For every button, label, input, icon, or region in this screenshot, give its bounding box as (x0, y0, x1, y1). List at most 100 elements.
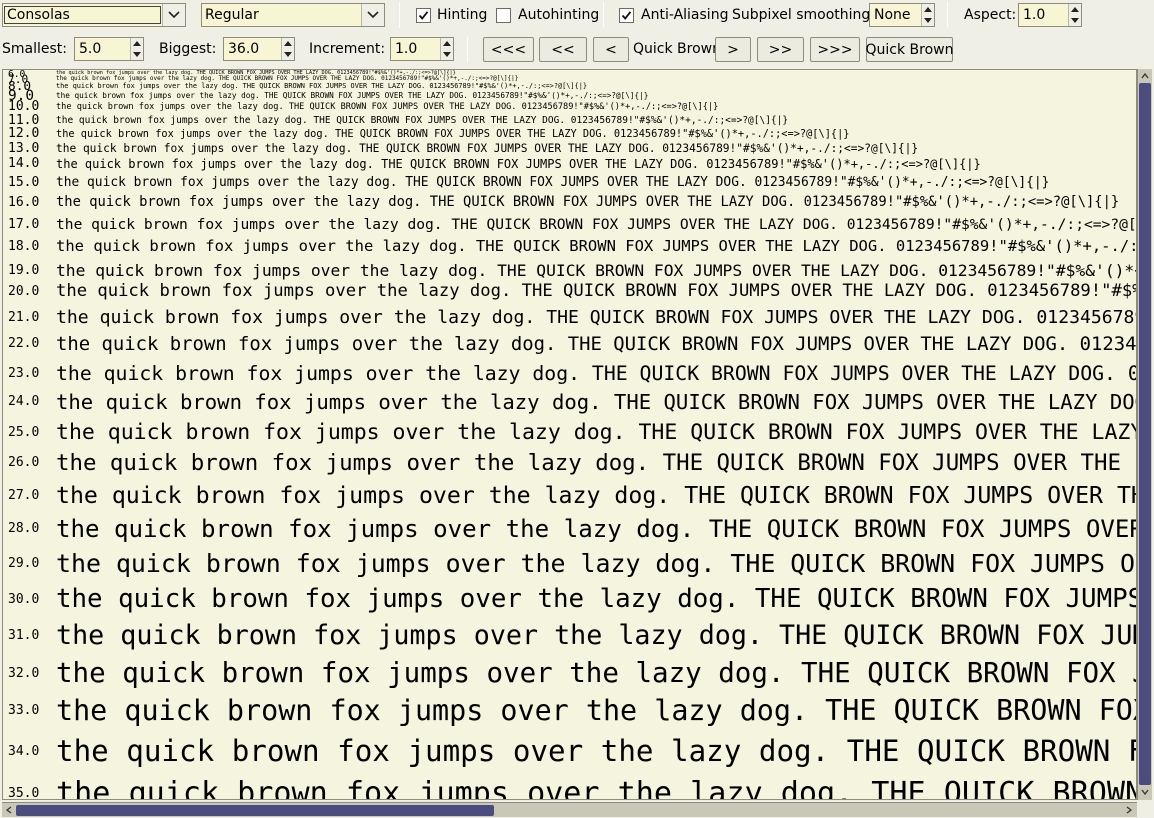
smallest-value[interactable]: 5.0 (75, 41, 130, 57)
sample-text: the quick brown fox jumps over the lazy … (56, 420, 1136, 445)
point-size-label: 24.0 (8, 394, 40, 409)
sample-text: the quick brown fox jumps over the lazy … (56, 307, 1136, 328)
sample-text-button[interactable]: Quick Brown (866, 37, 954, 62)
sample-text: the quick brown fox jumps over the lazy … (56, 450, 1136, 476)
increment-label: Increment: (309, 41, 386, 57)
point-size-label: 18.0 (8, 239, 40, 254)
sample-text: the quick brown fox jumps over the lazy … (56, 128, 850, 140)
point-size-label: 28.0 (8, 521, 40, 536)
font-family-value[interactable]: Consolas (4, 6, 161, 24)
point-size-label: 21.0 (8, 310, 40, 325)
sample-text: the quick brown fox jumps over the lazy … (56, 157, 981, 171)
point-size-label: 26.0 (8, 455, 40, 470)
spin-arrows-icon[interactable] (281, 38, 294, 60)
scroll-up-icon[interactable] (1139, 70, 1151, 82)
scroll-down-icon[interactable] (1139, 786, 1151, 798)
next-page-button[interactable]: >> (757, 37, 804, 62)
sample-text: the quick brown fox jumps over the lazy … (56, 694, 1136, 727)
sample-text: the quick brown fox jumps over the lazy … (56, 142, 919, 155)
sample-text: the quick brown fox jumps over the lazy … (56, 584, 1137, 614)
point-size-label: 12.0 (8, 126, 40, 141)
sample-text: the quick brown fox jumps over the lazy … (56, 482, 1136, 509)
point-size-label: 35.0 (8, 786, 40, 800)
toolbar-separator (947, 2, 948, 28)
sample-text: the quick brown fox jumps over the lazy … (56, 194, 1120, 210)
point-size-label: 20.0 (8, 284, 40, 299)
aspect-spinbox[interactable]: 1.0 (1018, 3, 1082, 27)
font-preview-area[interactable]: 6.0 the quick brown fox jumps over the la… (2, 69, 1137, 800)
next-sample-button[interactable]: > (715, 37, 751, 62)
antialiasing-label: Anti-Aliasing (641, 7, 729, 23)
point-size-label: 27.0 (8, 488, 40, 503)
point-size-label: 25.0 (8, 425, 40, 440)
aspect-value[interactable]: 1.0 (1019, 7, 1068, 23)
smallest-label: Smallest: (2, 41, 67, 57)
scroll-left-icon[interactable] (3, 804, 15, 816)
point-size-label: 34.0 (8, 744, 40, 759)
previous-page-button[interactable]: << (539, 37, 587, 62)
horizontal-scrollbar[interactable] (2, 802, 1137, 817)
spin-arrows-icon[interactable] (130, 38, 143, 60)
sample-text: the quick brown fox jumps over the lazy … (56, 237, 1137, 255)
subpixel-value[interactable]: None (870, 7, 921, 23)
chevron-down-icon[interactable] (361, 4, 384, 26)
biggest-label: Biggest: (159, 41, 217, 57)
autohinting-checkbox[interactable]: Autohinting (496, 7, 599, 23)
sample-text: the quick brown fox jumps over the lazy … (56, 620, 1136, 651)
checkbox-checked-icon[interactable] (619, 7, 634, 23)
horizontal-scroll-thumb[interactable] (16, 805, 494, 816)
sample-text: the quick brown fox jumps over the lazy … (56, 390, 1136, 414)
chevron-down-icon[interactable] (162, 4, 185, 26)
point-size-label: 19.0 (8, 263, 40, 278)
previous-sample-button[interactable]: < (593, 37, 629, 62)
point-size-label: 14.0 (8, 156, 40, 171)
spin-arrows-icon[interactable] (1068, 4, 1081, 26)
point-size-label: 30.0 (8, 592, 40, 607)
checkbox-unchecked-icon[interactable] (496, 7, 511, 23)
point-size-label: 33.0 (8, 703, 40, 718)
increment-spinbox[interactable]: 1.0 (390, 37, 454, 61)
point-size-label: 23.0 (8, 366, 40, 381)
point-size-label: 10.0 (8, 99, 40, 114)
autohinting-label: Autohinting (518, 7, 600, 23)
aspect-label: Aspect: (964, 7, 1017, 23)
point-size-label: 15.0 (8, 175, 40, 190)
vertical-scroll-thumb[interactable] (1139, 83, 1151, 785)
spin-arrows-icon[interactable] (921, 4, 934, 26)
biggest-value[interactable]: 36.0 (224, 41, 281, 57)
sample-text: the quick brown fox jumps over the lazy … (56, 281, 1136, 301)
point-size-label: 13.0 (8, 141, 40, 156)
hinting-checkbox[interactable]: Hinting (416, 7, 487, 23)
font-family-combo[interactable]: Consolas (2, 3, 186, 27)
sample-text: the quick brown fox jumps over the lazy … (56, 657, 1136, 689)
toolbar-separator (399, 2, 400, 28)
vertical-scrollbar[interactable] (1137, 69, 1152, 800)
subpixel-combo[interactable]: None (869, 3, 935, 27)
sample-text: the quick brown fox jumps over the lazy … (56, 333, 1137, 355)
sample-text: the quick brown fox jumps over the lazy … (56, 776, 1137, 800)
point-size-label: 31.0 (8, 628, 40, 643)
spin-arrows-icon[interactable] (440, 38, 453, 60)
point-size-label: 22.0 (8, 336, 40, 351)
scroll-right-icon[interactable] (1123, 804, 1135, 816)
sample-text: the quick brown fox jumps over the lazy … (56, 515, 1136, 543)
last-sample-button[interactable]: >>> (810, 37, 860, 62)
font-style-combo[interactable]: Regular (201, 3, 385, 27)
font-style-value[interactable]: Regular (202, 7, 361, 23)
checkbox-checked-icon[interactable] (416, 7, 431, 23)
increment-value[interactable]: 1.0 (391, 41, 440, 57)
point-size-label: 16.0 (8, 195, 40, 210)
sample-text: the quick brown fox jumps over the lazy … (56, 175, 1050, 190)
sample-text: the quick brown fox jumps over the lazy … (56, 102, 719, 112)
sample-text: the quick brown fox jumps over the lazy … (56, 362, 1136, 385)
hinting-label: Hinting (437, 7, 488, 23)
antialiasing-checkbox[interactable]: Anti-Aliasing (619, 7, 728, 23)
sample-text: the quick brown fox jumps over the lazy … (56, 734, 1136, 768)
first-sample-button[interactable]: <<< (483, 37, 534, 62)
smallest-spinbox[interactable]: 5.0 (74, 37, 144, 61)
point-size-label: 29.0 (8, 556, 40, 571)
biggest-spinbox[interactable]: 36.0 (223, 37, 295, 61)
subpixel-label: Subpixel smoothing: (732, 7, 876, 23)
point-size-label: 17.0 (8, 217, 40, 232)
toolbar-separator (603, 2, 604, 28)
